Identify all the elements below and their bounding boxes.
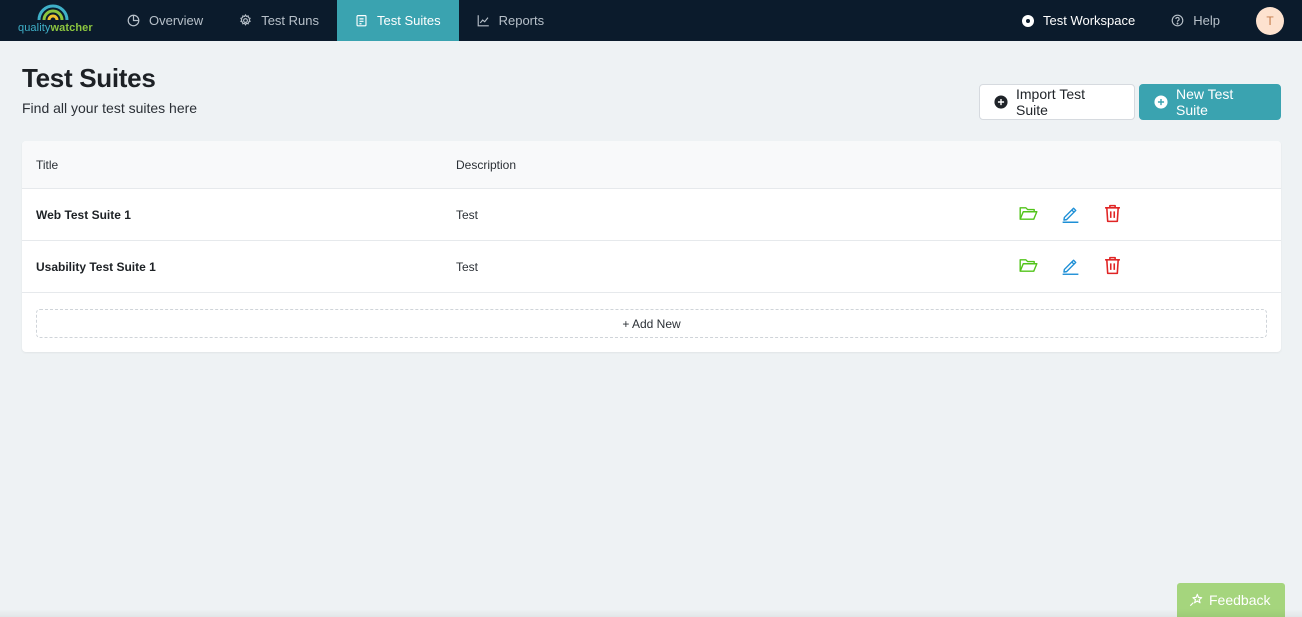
workspace-icon (1022, 14, 1034, 27)
help-link[interactable]: Help (1153, 13, 1238, 28)
add-new-suite-button[interactable]: + Add New (36, 309, 1267, 338)
pencil-icon (1062, 207, 1079, 223)
qualitywatcher-logo[interactable]: qualitywatcher (14, 4, 96, 37)
trash-icon (1105, 204, 1120, 223)
nav-test-suites-label: Test Suites (377, 13, 441, 28)
new-test-suite-button[interactable]: New Test Suite (1139, 84, 1281, 120)
main-nav: Overview Test Runs Test Suites Reports (109, 0, 562, 41)
trash-icon (1105, 256, 1120, 275)
gear-icon (240, 14, 252, 26)
user-avatar[interactable]: T (1256, 6, 1284, 35)
plus-circle-icon (1154, 95, 1168, 109)
suite-title[interactable]: Usability Test Suite 1 (36, 260, 156, 274)
delete-suite-button[interactable] (1102, 255, 1123, 276)
table-row: Usability Test Suite 1 Test (22, 241, 1281, 293)
suite-description: Test (456, 208, 479, 222)
feedback-label: Feedback (1209, 592, 1271, 608)
bottom-shade (0, 609, 1302, 617)
nav-reports-label: Reports (498, 13, 545, 28)
table-row: Web Test Suite 1 Test (22, 189, 1281, 241)
nav-right: Test Workspace Help T (1022, 0, 1302, 41)
row-actions (1018, 255, 1123, 276)
workspace-switcher[interactable]: Test Workspace (1022, 13, 1153, 28)
open-suite-button[interactable] (1018, 255, 1039, 276)
folder-open-icon (1019, 259, 1038, 272)
import-test-suite-button[interactable]: Import Test Suite (979, 84, 1135, 120)
sparkle-icon (1189, 593, 1203, 607)
column-header-title: Title (36, 158, 59, 172)
logo-wordmark: qualitywatcher (18, 22, 93, 34)
pencil-icon (1062, 259, 1079, 275)
line-chart-icon (477, 15, 489, 27)
chart-pie-icon (127, 14, 140, 27)
page-subtitle: Find all your test suites here (22, 100, 198, 116)
logo-gauge-icon (37, 4, 69, 21)
test-suites-table: Title Description Web Test Suite 1 Test (22, 141, 1281, 352)
folder-open-icon (1019, 207, 1038, 220)
help-label: Help (1193, 13, 1220, 28)
page-title: Test Suites (22, 63, 156, 93)
question-circle-icon (1171, 14, 1184, 27)
plus-circle-icon (994, 95, 1008, 109)
nav-test-suites[interactable]: Test Suites (337, 0, 459, 41)
new-test-suite-label: New Test Suite (1176, 86, 1234, 118)
delete-suite-button[interactable] (1102, 203, 1123, 224)
open-suite-button[interactable] (1018, 203, 1039, 224)
edit-suite-button[interactable] (1060, 203, 1081, 224)
nav-reports[interactable]: Reports (459, 0, 563, 41)
column-header-description: Description (456, 158, 517, 172)
edit-suite-button[interactable] (1060, 255, 1081, 276)
suite-description: Test (456, 260, 479, 274)
top-navigation-bar: qualitywatcher Overview Test Runs Test S… (0, 0, 1302, 41)
table-header: Title Description (22, 141, 1281, 189)
nav-overview-label: Overview (149, 13, 204, 28)
suite-title[interactable]: Web Test Suite 1 (36, 208, 131, 222)
nav-test-runs-label: Test Runs (261, 13, 319, 28)
import-test-suite-label: Import Test Suite (1016, 86, 1085, 118)
workspace-name: Test Workspace (1043, 13, 1136, 28)
clipboard-icon (356, 15, 367, 27)
nav-overview[interactable]: Overview (109, 0, 221, 41)
nav-test-runs[interactable]: Test Runs (221, 0, 337, 41)
row-actions (1018, 203, 1123, 224)
